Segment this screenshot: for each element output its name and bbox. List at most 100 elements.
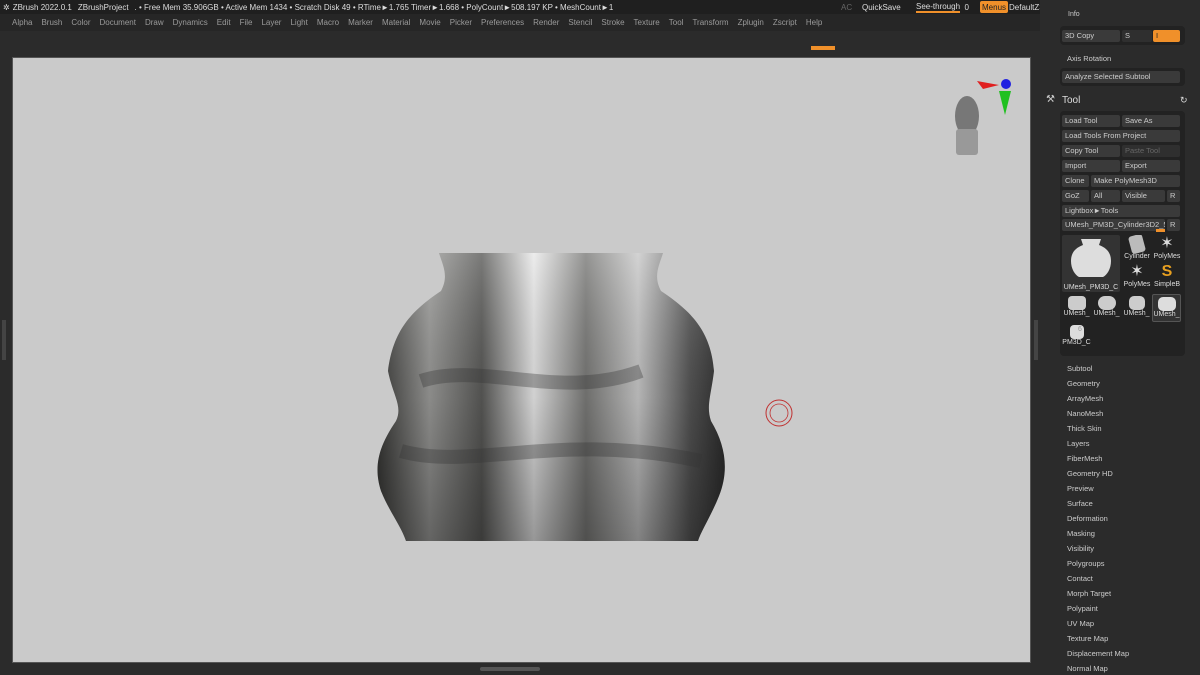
stats: . • Free Mem 35.906GB • Active Mem 1434 … [134, 2, 614, 12]
menu-document[interactable]: Document [100, 18, 136, 27]
subpalette-preview[interactable]: Preview [1067, 484, 1094, 493]
subpalette-nanomesh[interactable]: NanoMesh [1067, 409, 1103, 418]
subpalette-normal-map[interactable]: Normal Map [1067, 664, 1108, 673]
menu-layer[interactable]: Layer [261, 18, 281, 27]
menu-zplugin[interactable]: Zplugin [738, 18, 764, 27]
subpalette-polygroups[interactable]: Polygroups [1067, 559, 1105, 568]
make-polymesh3d-button[interactable]: Make PolyMesh3D [1091, 175, 1180, 187]
left-tray-handle[interactable] [2, 320, 6, 360]
tool-thumb-polymesh[interactable]: ✶ PolyMes [1152, 235, 1182, 265]
menu-tool[interactable]: Tool [669, 18, 684, 27]
menu-color[interactable]: Color [71, 18, 90, 27]
menu-marker[interactable]: Marker [348, 18, 373, 27]
all-button[interactable]: All [1091, 190, 1120, 202]
tool-thumb-cylinder[interactable]: Cylinder [1122, 235, 1152, 265]
orientation-head-icon[interactable] [955, 79, 1011, 155]
visible-button[interactable]: Visible [1122, 190, 1165, 202]
menu-stencil[interactable]: Stencil [568, 18, 592, 27]
subpalette-arraymesh[interactable]: ArrayMesh [1067, 394, 1103, 403]
menus-toggle[interactable]: Menus [980, 1, 1009, 13]
menu-draw[interactable]: Draw [145, 18, 164, 27]
subpalette-masking[interactable]: Masking [1067, 529, 1095, 538]
subpalette-polypaint[interactable]: Polypaint [1067, 604, 1098, 613]
reset-icon[interactable]: ↻ [1180, 95, 1188, 106]
menu-dynamics[interactable]: Dynamics [173, 18, 208, 27]
analyze-subtool-button[interactable]: Analyze Selected Subtool [1062, 71, 1180, 83]
s-button[interactable]: S [1122, 30, 1152, 42]
menu-texture[interactable]: Texture [634, 18, 660, 27]
viewport-canvas[interactable] [12, 57, 1031, 663]
star-icon: ✶ [1130, 263, 1144, 280]
current-tool-name[interactable]: UMesh_PM3D_Cylinder3D2_5 [1062, 219, 1165, 231]
thumb-badge: 6 [1078, 326, 1082, 333]
menu-light[interactable]: Light [290, 18, 307, 27]
current-r-button[interactable]: R [1167, 219, 1180, 231]
subpalette-thick-skin[interactable]: Thick Skin [1067, 424, 1102, 433]
load-tool-button[interactable]: Load Tool [1062, 115, 1120, 127]
save-as-button[interactable]: Save As [1122, 115, 1180, 127]
bottom-tray-handle[interactable] [480, 667, 540, 671]
star-icon: ✶ [1160, 235, 1174, 252]
r-button[interactable]: R [1167, 190, 1180, 202]
subpalette-visibility[interactable]: Visibility [1067, 544, 1094, 553]
tool-title[interactable]: Tool [1062, 95, 1080, 106]
info-label: Info [1068, 11, 1080, 18]
menu-render[interactable]: Render [533, 18, 559, 27]
hammer-icon: ⚒ [1046, 94, 1055, 105]
subpalette-surface[interactable]: Surface [1067, 499, 1093, 508]
menu-transform[interactable]: Transform [692, 18, 728, 27]
thumb-label: PolyMes [1153, 253, 1181, 260]
tool-slider[interactable] [1156, 229, 1165, 232]
menu-file[interactable]: File [240, 18, 253, 27]
subpalette-displacement-map[interactable]: Displacement Map [1067, 649, 1129, 658]
import-button[interactable]: Import [1062, 160, 1120, 172]
vase-thumb-icon [1071, 239, 1111, 277]
paste-tool-button[interactable]: Paste Tool [1122, 145, 1180, 157]
subpalette-uv-map[interactable]: UV Map [1067, 619, 1094, 628]
subpalette-fibermesh[interactable]: FiberMesh [1067, 454, 1102, 463]
menu-preferences[interactable]: Preferences [481, 18, 524, 27]
clone-button[interactable]: Clone [1062, 175, 1089, 187]
export-button[interactable]: Export [1122, 160, 1180, 172]
subpalette-contact[interactable]: Contact [1067, 574, 1093, 583]
thumb-label: PM3D_C [1062, 339, 1091, 346]
menu-macro[interactable]: Macro [317, 18, 339, 27]
menu-edit[interactable]: Edit [217, 18, 231, 27]
subpalette-texture-map[interactable]: Texture Map [1067, 634, 1108, 643]
goz-button[interactable]: GoZ [1062, 190, 1089, 202]
subpalette-subtool[interactable]: Subtool [1067, 364, 1092, 373]
menu-movie[interactable]: Movie [419, 18, 440, 27]
tool-thumb-umesh-3[interactable]: UMesh_ [1092, 294, 1121, 322]
subpalette-morph-target[interactable]: Morph Target [1067, 589, 1111, 598]
tool-thumb-umesh-4[interactable]: UMesh_ [1122, 294, 1151, 322]
load-tools-from-project-button[interactable]: Load Tools From Project [1062, 130, 1180, 142]
quicksave-button[interactable]: QuickSave [862, 0, 901, 14]
subpalette-deformation[interactable]: Deformation [1067, 514, 1108, 523]
right-tray-handle[interactable] [1034, 320, 1038, 360]
menu-picker[interactable]: Picker [450, 18, 472, 27]
menu-material[interactable]: Material [382, 18, 410, 27]
ac-label: AC [841, 2, 853, 12]
tool-thumb-polymesh-2[interactable]: ✶ PolyMes [1122, 263, 1152, 293]
project-name: ZBrushProject [77, 2, 129, 12]
menu-zscript[interactable]: Zscript [773, 18, 797, 27]
see-through-slider[interactable]: See-through 0 [916, 0, 969, 14]
menu-stroke[interactable]: Stroke [601, 18, 624, 27]
3d-copy-button[interactable]: 3D Copy [1062, 30, 1120, 42]
subpalette-geometry-hd[interactable]: Geometry HD [1067, 469, 1113, 478]
zbrush-logo-icon: ✲ [3, 2, 10, 12]
tool-thumb-pm3d[interactable]: PM3D_C 6 [1062, 323, 1091, 351]
lightbox-tools-button[interactable]: Lightbox►Tools [1062, 205, 1180, 217]
tool-thumb-umesh[interactable]: UMesh_PM3D_C [1062, 235, 1120, 292]
menu-brush[interactable]: Brush [41, 18, 62, 27]
tool-thumb-simplebrush[interactable]: S SimpleB [1152, 263, 1182, 293]
copy-tool-button[interactable]: Copy Tool [1062, 145, 1120, 157]
menu-help[interactable]: Help [806, 18, 822, 27]
subpalette-geometry[interactable]: Geometry [1067, 379, 1100, 388]
subpalette-layers[interactable]: Layers [1067, 439, 1090, 448]
i-button[interactable]: I [1153, 30, 1180, 42]
tool-thumb-umesh-selected[interactable]: UMesh_ [1152, 294, 1181, 322]
tool-thumb-umesh-2[interactable]: UMesh_ [1062, 294, 1091, 322]
menu-alpha[interactable]: Alpha [12, 18, 32, 27]
axis-rotation-button[interactable]: Axis Rotation [1067, 54, 1111, 63]
